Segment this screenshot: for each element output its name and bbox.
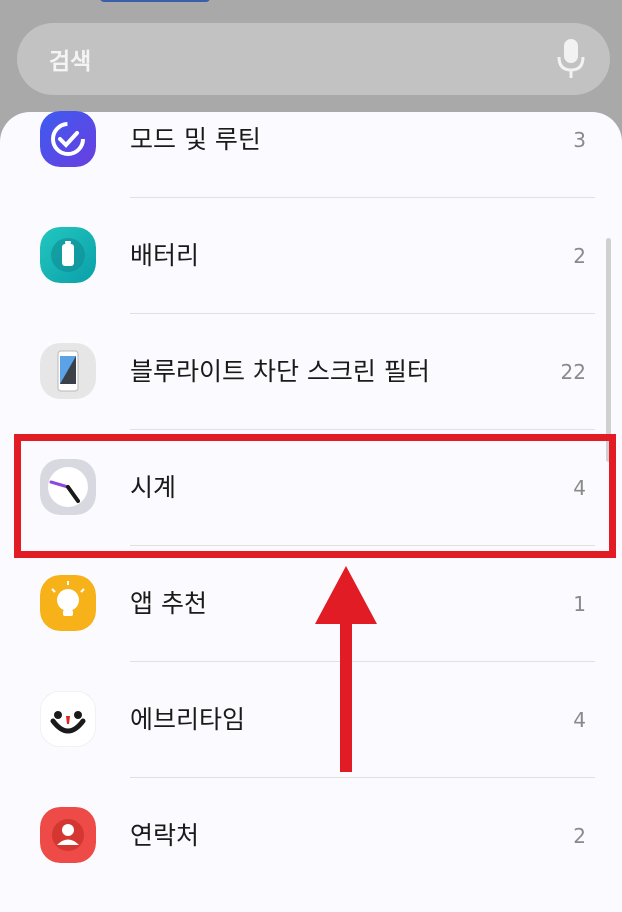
battery-icon xyxy=(40,227,96,283)
list-item[interactable]: 배터리 2 xyxy=(0,198,622,314)
list-item[interactable]: 연락처 2 xyxy=(0,778,622,894)
lightbulb-icon xyxy=(40,575,96,631)
list-item-count: 4 xyxy=(573,708,586,732)
top-indicator xyxy=(100,0,210,2)
list-item-label: 모드 및 루틴 xyxy=(130,125,261,154)
list-item[interactable]: 에브리타임 4 xyxy=(0,662,622,778)
list-item-label: 앱 추천 xyxy=(130,589,207,618)
list-item-count: 1 xyxy=(573,592,586,616)
search-placeholder[interactable]: 검색 xyxy=(49,42,554,76)
mic-icon[interactable] xyxy=(554,37,588,81)
list-item-label: 배터리 xyxy=(130,241,200,270)
list-item-count: 22 xyxy=(560,360,586,384)
list-item[interactable]: 모드 및 루틴 3 xyxy=(0,82,622,198)
list-item-label: 에브리타임 xyxy=(130,705,246,734)
list-item-label: 연락처 xyxy=(130,821,200,850)
highlight-box xyxy=(14,434,616,558)
list-item-count: 2 xyxy=(573,244,586,268)
everytime-icon xyxy=(40,691,96,747)
list-item[interactable]: 앱 추천 1 xyxy=(0,546,622,662)
modes-routines-icon xyxy=(40,111,96,167)
list-item-count: 2 xyxy=(573,824,586,848)
list-item-label: 블루라이트 차단 스크린 필터 xyxy=(130,357,430,386)
list-item[interactable]: 블루라이트 차단 스크린 필터 22 xyxy=(0,314,622,430)
contacts-icon xyxy=(40,807,96,863)
list-item-count: 3 xyxy=(573,128,586,152)
scrollbar[interactable] xyxy=(606,238,611,462)
up-arrow-annotation xyxy=(315,566,377,772)
bluelight-filter-icon xyxy=(40,343,96,399)
